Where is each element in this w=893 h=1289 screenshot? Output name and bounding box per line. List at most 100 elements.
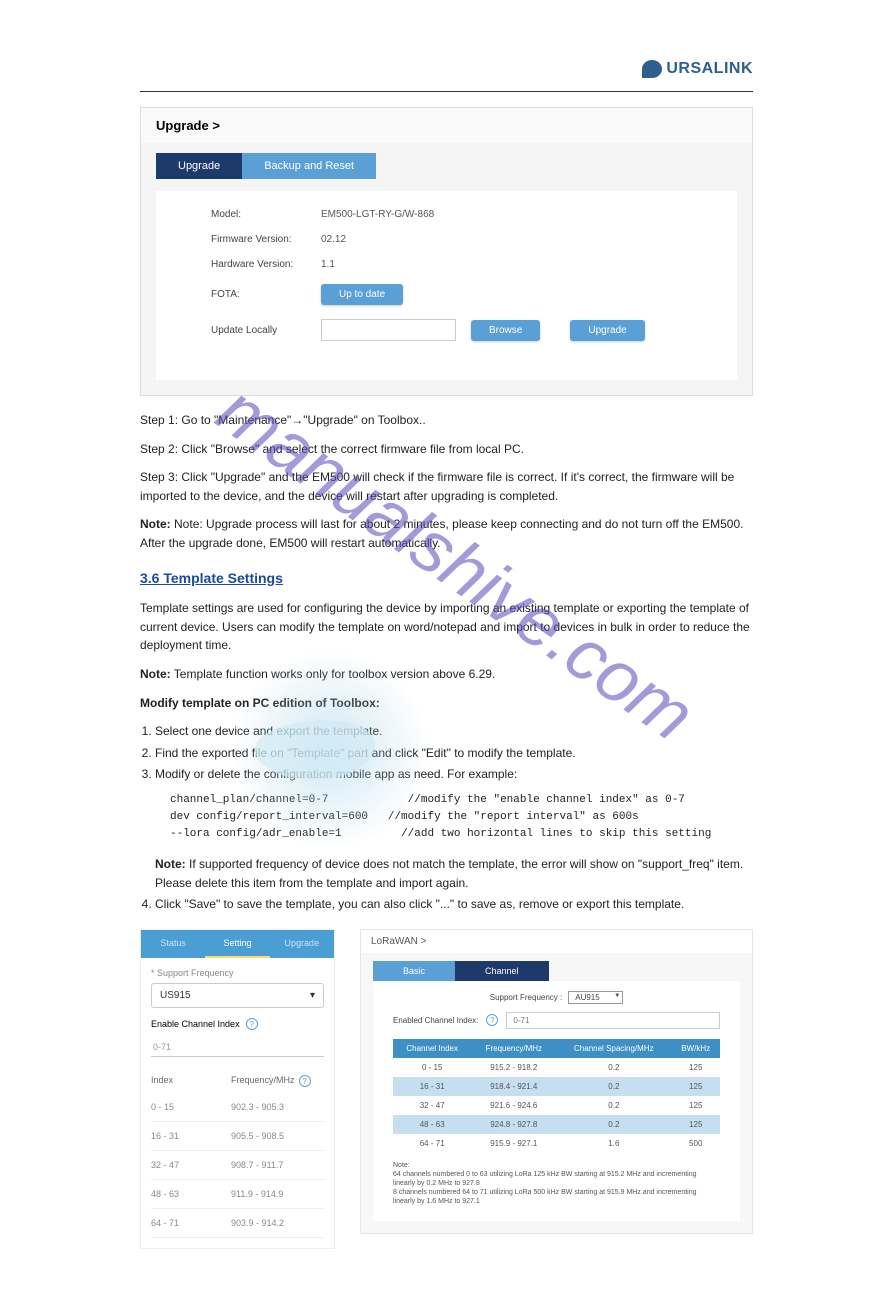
th-freq: Frequency/MHz [471,1039,556,1058]
m-tab-upgrade[interactable]: Upgrade [270,930,334,958]
c-tab-basic[interactable]: Basic [373,961,455,981]
td-bw: 125 [671,1077,720,1096]
brand-name: URSALINK [666,60,753,78]
cmd2: dev config/report_interval=600 [170,811,368,823]
help-icon[interactable]: ? [246,1018,258,1030]
td-ci: 32 - 47 [393,1096,471,1115]
cmd3: lora config/adr_enable=1 [183,828,341,840]
step-2: Step 2: Click "Browse" and select the co… [140,440,753,459]
table-row: 48 - 63924.8 - 927.80.2125 [393,1115,720,1134]
help-icon[interactable]: ? [486,1014,498,1026]
m-row: 0 - 15902.3 - 905.3 [151,1093,324,1122]
td-sp: 0.2 [556,1058,671,1077]
m-eci-row: Enable Channel Index ? [151,1018,324,1030]
value-model: EM500-LGT-RY-G/W-868 [321,209,434,220]
td-ci: 0 - 15 [393,1058,471,1077]
li-note: Note: If supported frequency of device d… [155,855,753,892]
cmd3-comment: //add two horizontal lines to skip this … [401,828,711,840]
td-ci: 16 - 31 [393,1077,471,1096]
m-th-freq: Frequency/MHz [231,1075,295,1087]
template-note: Note: Template function works only for t… [140,665,753,684]
td-fr: 921.6 - 924.6 [471,1096,556,1115]
btn-browse[interactable]: Browse [471,320,540,341]
c-note-label: Note: [393,1162,410,1169]
label-update-local: Update Locally [211,325,321,336]
channel-note: Note: 64 channels numbered 0 to 63 utili… [393,1161,720,1206]
cmd-block: channel_plan/channel=0-7 //modify the "e… [170,792,753,843]
channel-panel: LoRaWAN > Basic Channel Support Frequenc… [360,929,753,1234]
tab-backup-reset[interactable]: Backup and Reset [242,153,376,179]
c-eci-input[interactable]: 0-71 [506,1012,720,1029]
m-freq: 903.9 - 914.2 [231,1218,284,1228]
c-tab-channel[interactable]: Channel [455,961,549,981]
m-freq: 905.5 - 908.5 [231,1131,284,1141]
th-bw: BW/kHz [671,1039,720,1058]
mobile-panel: Status Setting Upgrade * Support Frequen… [140,929,335,1249]
upgrade-tabs: Upgrade Backup and Reset [141,143,752,179]
note-label: Note: [140,517,171,531]
upgrade-note-body: Note: Upgrade process will last for abou… [140,517,743,550]
body-content: Step 1: Go to "Maintenance"→"Upgrade" on… [140,411,753,914]
lower-screenshots: Status Setting Upgrade * Support Frequen… [140,929,753,1249]
m-sf-select[interactable]: US915 ▾ [151,983,324,1008]
row-model: Model: EM500-LGT-RY-G/W-868 [211,209,707,220]
m-th-index: Index [151,1075,231,1087]
c-sf-value: AU915 [575,993,599,1002]
m-freq: 902.3 - 905.3 [231,1102,284,1112]
table-row: 0 - 15915.2 - 918.20.2125 [393,1058,720,1077]
c-note-2: 8 channels numbered 64 to 71 utilizing L… [393,1189,697,1205]
td-fr: 918.4 - 921.4 [471,1077,556,1096]
table-row: 64 - 71915.9 - 927.11.6500 [393,1134,720,1153]
td-sp: 0.2 [556,1077,671,1096]
li-4: Click "Save" to save the template, you c… [155,895,753,914]
m-sf-label-text: Support Frequency [157,968,234,978]
m-idx: 48 - 63 [151,1189,231,1199]
table-header-row: Channel Index Frequency/MHz Channel Spac… [393,1039,720,1058]
page-header: URSALINK [140,60,753,92]
c-sf-select[interactable]: AU915 [568,991,623,1004]
step-1: Step 1: Go to "Maintenance"→"Upgrade" on… [140,411,753,430]
channel-body: Support Frequency : AU915 Enabled Channe… [373,981,740,1221]
m-tab-status[interactable]: Status [141,930,205,958]
row-hw: Hardware Version: 1.1 [211,259,707,270]
li-note-body: If supported frequency of device does no… [155,857,743,890]
mobile-body: * Support Frequency US915 ▾ Enable Chann… [141,958,334,1248]
mobile-tabs: Status Setting Upgrade [141,930,334,958]
help-icon[interactable]: ? [299,1075,311,1087]
td-bw: 125 [671,1096,720,1115]
upgrade-panel: Upgrade > Upgrade Backup and Reset Model… [140,107,753,396]
m-idx: 32 - 47 [151,1160,231,1170]
row-fota: FOTA: Up to date [211,284,707,305]
label-model: Model: [211,209,321,220]
m-table-head: Index Frequency/MHz ? [151,1069,324,1093]
tab-upgrade[interactable]: Upgrade [156,153,242,179]
td-fr: 915.2 - 918.2 [471,1058,556,1077]
btn-up-to-date[interactable]: Up to date [321,284,403,305]
input-file-path[interactable] [321,319,456,341]
row-fw: Firmware Version: 02.12 [211,234,707,245]
channel-tabs: Basic Channel [373,961,740,981]
m-sf-label: * Support Frequency [151,968,324,978]
row-update-local: Update Locally Browse Upgrade [211,319,707,341]
note-bold: Note: [140,667,171,681]
m-row: 16 - 31905.5 - 908.5 [151,1122,324,1151]
c-eci-row: Enabled Channel Index: ? 0-71 [393,1012,720,1029]
m-tab-setting[interactable]: Setting [205,930,269,958]
li-3: Modify or delete the configuration mobil… [155,765,753,892]
btn-upgrade[interactable]: Upgrade [570,320,644,341]
td-bw: 125 [671,1058,720,1077]
modify-heading: Modify template on PC edition of Toolbox… [140,694,753,713]
label-fota: FOTA: [211,289,321,300]
m-idx: 0 - 15 [151,1102,231,1112]
td-ci: 64 - 71 [393,1134,471,1153]
value-fw: 02.12 [321,234,346,245]
td-ci: 48 - 63 [393,1115,471,1134]
m-freq: 911.9 - 914.9 [231,1189,283,1199]
td-sp: 0.2 [556,1115,671,1134]
m-eci-input[interactable]: 0-71 [151,1038,324,1057]
cmd2-comment: //modify the "report interval" as 600s [388,811,639,823]
td-fr: 915.9 - 927.1 [471,1134,556,1153]
td-bw: 500 [671,1134,720,1153]
m-row: 32 - 47908.7 - 911.7 [151,1151,324,1180]
th-spacing: Channel Spacing/MHz [556,1039,671,1058]
